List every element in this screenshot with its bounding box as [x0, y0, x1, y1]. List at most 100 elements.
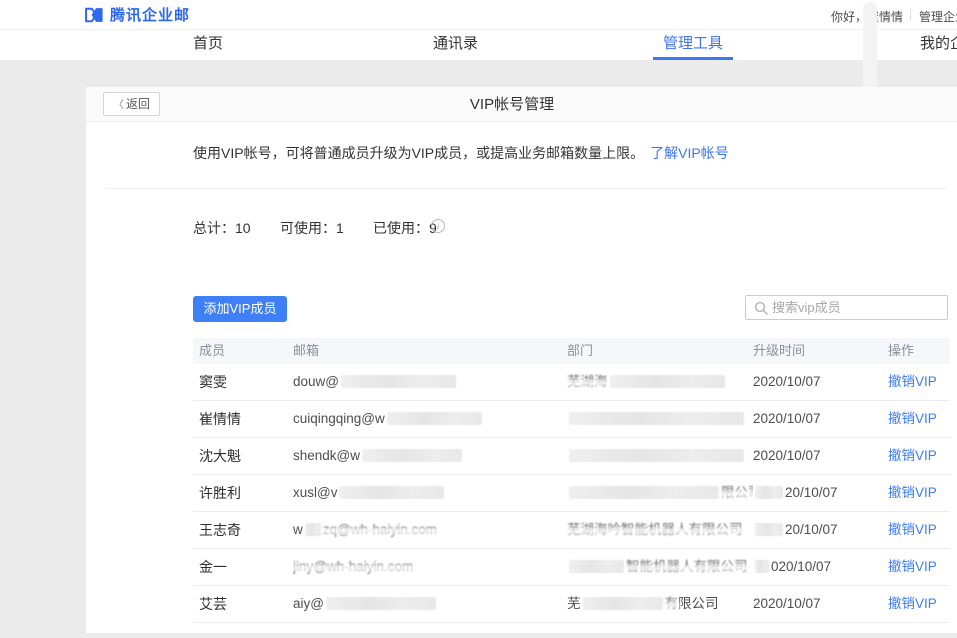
redaction-smudge: [362, 449, 462, 462]
action-cell: 撤销VIP: [888, 401, 950, 437]
tab-home[interactable]: 首页: [193, 30, 223, 60]
table-row: 窦雯douw@芜湖海2020/10/07撤销VIP: [193, 364, 950, 401]
action-cell: 撤销VIP: [888, 475, 950, 511]
smeared-text: 有: [665, 596, 679, 611]
table-row: 沈大魁shendk@w 2020/10/07 撤销VIP: [193, 438, 950, 475]
member-name: 金一: [193, 549, 293, 585]
upgrade-date: 20/10/07: [753, 512, 888, 548]
stat-used: 已使用：9: [373, 218, 437, 238]
tab-my-company[interactable]: 我的企业: [920, 30, 957, 60]
smeared-text: jiny@wh-haiyin.com: [293, 559, 413, 574]
member-email: douw@: [293, 364, 567, 400]
member-department: 芜湖海: [567, 364, 753, 400]
action-cell: 撤销VIP: [888, 438, 950, 474]
cell-text: 芜: [567, 596, 581, 611]
app-logo[interactable]: 腾讯企业邮: [84, 4, 190, 25]
revoke-vip-link[interactable]: 撤销VIP: [888, 522, 937, 537]
tab-contacts[interactable]: 通讯录: [433, 30, 478, 60]
redaction-smudge: [326, 597, 436, 610]
cell-text: w: [293, 522, 303, 537]
main-nav: 首页 通讯录 管理工具 我的企业: [0, 30, 957, 60]
table-row: 许胜利xusl@v限公司20/10/07撤销VIP: [193, 475, 950, 512]
revoke-vip-link[interactable]: 撤销VIP: [888, 411, 937, 426]
stat-total: 总计：10: [193, 218, 251, 238]
info-icon[interactable]: i: [431, 219, 445, 233]
col-upgrade-time: 升级时间: [753, 338, 888, 364]
action-cell: 撤销VIP: [888, 549, 950, 585]
cell-text: xusl@v: [293, 485, 337, 500]
cell-text: 20/10/07: [785, 522, 838, 537]
cell-text: 2020/10/07: [753, 596, 821, 611]
member-department: 限公司: [567, 475, 753, 511]
exmail-logo-icon: [84, 6, 104, 24]
table-row: 崔情情cuiqingqing@w 2020/10/07 撤销VIP: [193, 401, 950, 438]
table-row: 金一jiny@wh-haiyin.com 智能机器人有限公司 020/10/07撤销…: [193, 549, 950, 586]
revoke-vip-link[interactable]: 撤销VIP: [888, 374, 937, 389]
action-cell: 撤销VIP: [888, 586, 950, 622]
member-email: cuiqingqing@w: [293, 401, 567, 437]
member-email: shendk@w: [293, 438, 567, 474]
panel-header: 〈返回 VIP帐号管理: [86, 87, 957, 122]
smeared-text: 智能机器人有限公司: [626, 559, 748, 574]
table-row: 王志奇w zq@wh-haiyin.com 芜湖海吟智能机器人有限公司 20/10/0…: [193, 512, 950, 549]
action-cell: 撤销VIP: [888, 512, 950, 548]
revoke-vip-link[interactable]: 撤销VIP: [888, 596, 937, 611]
back-button[interactable]: 〈返回: [103, 92, 160, 116]
back-label: 返回: [126, 97, 150, 111]
action-cell: 撤销VIP: [888, 364, 950, 400]
revoke-vip-link[interactable]: 撤销VIP: [888, 485, 937, 500]
member-name: 沈大魁: [193, 438, 293, 474]
table-body: 窦雯douw@芜湖海2020/10/07撤销VIP崔情情cuiqingqing@…: [193, 364, 950, 623]
cell-text: douw@: [293, 374, 339, 389]
topbar: 腾讯企业邮 你好，崔情情 | 管理企业: [0, 0, 957, 30]
manage-company-link[interactable]: 管理企业: [919, 8, 957, 25]
redaction-smudge: [755, 486, 783, 499]
redaction-smudge: [755, 523, 783, 536]
cell-text: cuiqingqing@w: [293, 411, 385, 426]
cell-text: 限公司: [678, 596, 719, 611]
member-department: 芜 有限公司: [567, 586, 753, 622]
member-department: 智能机器人有限公司: [567, 549, 753, 585]
member-name: 王志奇: [193, 512, 293, 548]
table-header: 成员 邮箱 部门 升级时间 操作: [193, 338, 950, 364]
stat-total-value: 10: [235, 220, 251, 236]
redaction-smudge: [863, 2, 877, 96]
smeared-text: zq@wh-haiyin.com: [323, 522, 437, 537]
upgrade-date: 2020/10/07: [753, 401, 888, 437]
search-input[interactable]: [772, 297, 944, 318]
redaction-smudge: [583, 597, 663, 610]
upgrade-date: 2020/10/07: [753, 364, 888, 400]
page-title: VIP帐号管理: [470, 87, 554, 122]
table-row: 艾芸aiy@芜 有限公司 2020/10/07 撤销VIP: [193, 586, 950, 623]
upgrade-date: 020/10/07: [753, 549, 888, 585]
cell-text: 2020/10/07: [753, 448, 821, 463]
upgrade-date: 2020/10/07: [753, 586, 888, 622]
cell-text: 20/10/07: [785, 485, 838, 500]
cell-text: shendk@w: [293, 448, 360, 463]
vip-members-table: 成员 邮箱 部门 升级时间 操作 窦雯douw@芜湖海2020/10/07撤销V…: [193, 338, 950, 623]
member-email: w zq@wh-haiyin.com: [293, 512, 567, 548]
cell-text: 2020/10/07: [753, 411, 821, 426]
member-email: aiy@: [293, 586, 567, 622]
member-name: 艾芸: [193, 586, 293, 622]
smeared-text: 芜湖海: [567, 374, 608, 389]
redaction-smudge: [339, 486, 444, 499]
add-vip-member-button[interactable]: 添加VIP成员: [193, 296, 287, 322]
cell-text: 2020/10/07: [753, 374, 821, 389]
tab-admin-tools[interactable]: 管理工具: [653, 30, 733, 60]
stat-available-value: 1: [336, 220, 344, 236]
chevron-left-icon: 〈: [113, 99, 124, 111]
member-email: xusl@v: [293, 475, 567, 511]
redaction-smudge: [387, 412, 482, 425]
learn-vip-link[interactable]: 了解VIP帐号: [650, 145, 729, 161]
search-box: [745, 295, 948, 320]
smeared-text: 芜湖海吟智能机器人有限公司: [567, 522, 743, 537]
smeared-text: 限公司: [721, 485, 753, 500]
stat-available: 可使用：1: [280, 218, 344, 238]
revoke-vip-link[interactable]: 撤销VIP: [888, 448, 937, 463]
redaction-smudge: [569, 412, 744, 425]
revoke-vip-link[interactable]: 撤销VIP: [888, 559, 937, 574]
member-department: [567, 401, 753, 437]
col-member: 成员: [193, 338, 293, 364]
member-name: 崔情情: [193, 401, 293, 437]
